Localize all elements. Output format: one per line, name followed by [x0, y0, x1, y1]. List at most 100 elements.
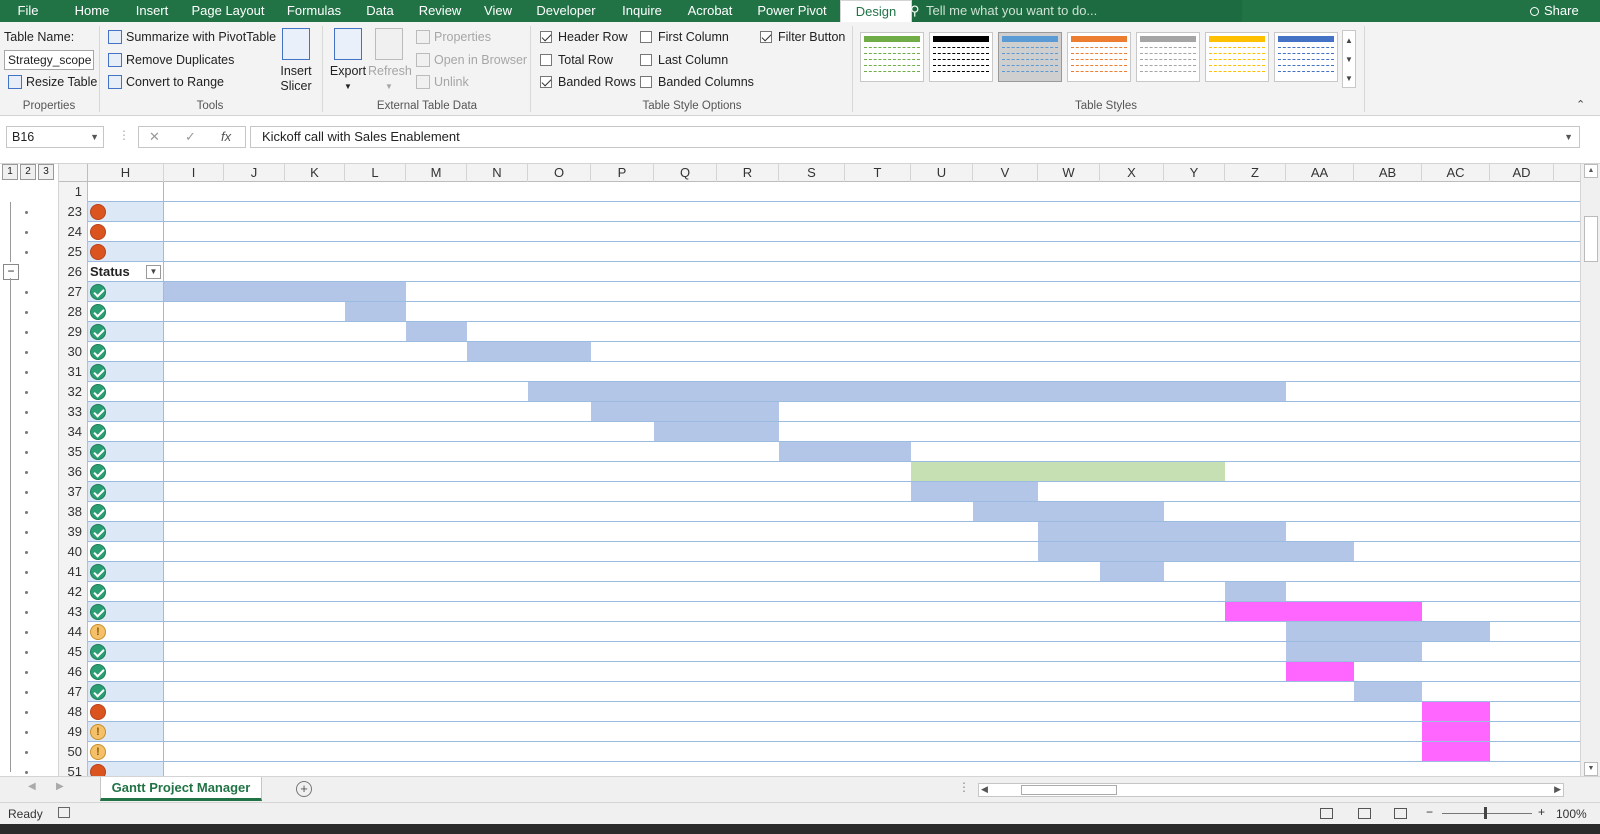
convert-to-range-button[interactable]: Convert to Range — [108, 75, 224, 89]
vertical-scrollbar[interactable]: ▲ ▼ — [1580, 164, 1600, 776]
tab-home[interactable]: Home — [66, 0, 118, 22]
column-header-r[interactable]: R — [717, 164, 779, 182]
macro-record-icon[interactable] — [58, 807, 70, 818]
row-header-43[interactable]: 43 — [59, 602, 88, 622]
gantt-bar[interactable] — [345, 302, 406, 321]
scroll-left-icon[interactable]: ◀ — [981, 784, 988, 795]
row-header-50[interactable]: 50 — [59, 742, 88, 762]
tab-inquire[interactable]: Inquire — [616, 0, 668, 22]
zoom-out-icon[interactable]: − — [1426, 805, 1433, 819]
table-style-swatch[interactable] — [1274, 32, 1338, 82]
tell-me-search[interactable]: ⚲ Tell me what you want to do... — [910, 0, 1242, 22]
collapse-group-icon[interactable]: − — [3, 264, 19, 280]
tab-insert[interactable]: Insert — [129, 0, 175, 22]
gantt-bar[interactable] — [1422, 722, 1490, 741]
column-header-w[interactable]: W — [1038, 164, 1100, 182]
name-box[interactable]: B16 ▼ — [6, 126, 104, 148]
gantt-bar[interactable] — [911, 462, 1225, 481]
row-header-32[interactable]: 32 — [59, 382, 88, 402]
tab-formulas[interactable]: Formulas — [277, 0, 351, 22]
row-header-34[interactable]: 34 — [59, 422, 88, 442]
column-header-k[interactable]: K — [285, 164, 345, 182]
formula-input[interactable]: Kickoff call with Sales Enablement ▼ — [250, 126, 1580, 148]
row-header-48[interactable]: 48 — [59, 702, 88, 722]
total-row-checkbox[interactable]: Total Row — [540, 53, 613, 67]
properties-button[interactable]: Properties — [416, 30, 491, 44]
row-header-45[interactable]: 45 — [59, 642, 88, 662]
gantt-bar[interactable] — [1038, 522, 1286, 541]
tab-data[interactable]: Data — [358, 0, 402, 22]
select-all-corner[interactable] — [59, 164, 88, 182]
column-header-ad[interactable]: AD — [1490, 164, 1554, 182]
row-header-44[interactable]: 44 — [59, 622, 88, 642]
row-header-46[interactable]: 46 — [59, 662, 88, 682]
sheet-tab-gantt[interactable]: Gantt Project Manager — [100, 777, 262, 801]
tab-file[interactable]: File — [6, 0, 50, 22]
scroll-down-icon[interactable]: ▼ — [1584, 762, 1598, 776]
row-header-24[interactable]: 24 — [59, 222, 88, 242]
column-header-aa[interactable]: AA — [1286, 164, 1354, 182]
row-header-35[interactable]: 35 — [59, 442, 88, 462]
gantt-bar[interactable] — [911, 482, 1038, 501]
gantt-bar[interactable] — [1225, 602, 1422, 621]
last-column-checkbox[interactable]: Last Column — [640, 53, 728, 67]
row-header-36[interactable]: 36 — [59, 462, 88, 482]
column-header-z[interactable]: Z — [1225, 164, 1286, 182]
row-header-29[interactable]: 29 — [59, 322, 88, 342]
remove-duplicates-button[interactable]: Remove Duplicates — [108, 53, 234, 67]
table-style-swatch[interactable] — [1067, 32, 1131, 82]
row-header-37[interactable]: 37 — [59, 482, 88, 502]
next-sheet-icon[interactable]: ▶ — [56, 781, 64, 792]
gantt-bar[interactable] — [654, 422, 779, 441]
row-header-39[interactable]: 39 — [59, 522, 88, 542]
tab-review[interactable]: Review — [415, 0, 465, 22]
row-header-25[interactable]: 25 — [59, 242, 88, 262]
zoom-in-icon[interactable]: + — [1538, 805, 1545, 819]
column-header-l[interactable]: L — [345, 164, 406, 182]
row-header-47[interactable]: 47 — [59, 682, 88, 702]
resize-table-button[interactable]: Resize Table — [8, 75, 97, 89]
row-header-41[interactable]: 41 — [59, 562, 88, 582]
row-header-28[interactable]: 28 — [59, 302, 88, 322]
row-header-23[interactable]: 23 — [59, 202, 88, 222]
gantt-bar[interactable] — [1286, 662, 1354, 681]
tab-view[interactable]: View — [476, 0, 520, 22]
gantt-bar[interactable] — [1286, 622, 1490, 641]
table-name-input[interactable]: Strategy_scope — [4, 50, 94, 70]
gantt-bar[interactable] — [973, 502, 1164, 521]
gantt-bar[interactable] — [1225, 582, 1286, 601]
add-sheet-icon[interactable]: + — [296, 781, 312, 797]
table-style-swatch[interactable] — [998, 32, 1062, 82]
gantt-bar[interactable] — [779, 442, 911, 461]
tab-developer[interactable]: Developer — [531, 0, 601, 22]
column-header-j[interactable]: J — [224, 164, 285, 182]
column-header-y[interactable]: Y — [1164, 164, 1225, 182]
gantt-bar[interactable] — [1422, 702, 1490, 721]
column-header-i[interactable]: I — [164, 164, 224, 182]
column-header-q[interactable]: Q — [654, 164, 717, 182]
tab-acrobat[interactable]: Acrobat — [677, 0, 743, 22]
insert-slicer-button[interactable]: Insert Slicer — [276, 28, 316, 94]
row-header-1[interactable]: 1 — [59, 182, 88, 202]
gantt-bar[interactable] — [1100, 562, 1164, 581]
export-button[interactable]: Export ▼ — [328, 28, 368, 94]
hscroll-thumb[interactable] — [1021, 785, 1117, 795]
row-header-38[interactable]: 38 — [59, 502, 88, 522]
unlink-button[interactable]: Unlink — [416, 75, 469, 89]
gantt-bar[interactable] — [1286, 642, 1422, 661]
gantt-bar[interactable] — [1038, 542, 1354, 561]
row-header-49[interactable]: 49 — [59, 722, 88, 742]
zoom-slider[interactable] — [1442, 813, 1532, 814]
table-style-swatch[interactable] — [1136, 32, 1200, 82]
column-header-v[interactable]: V — [973, 164, 1038, 182]
outline-level-2-button[interactable]: 2 — [20, 164, 36, 180]
row-header-33[interactable]: 33 — [59, 402, 88, 422]
column-header-m[interactable]: M — [406, 164, 467, 182]
gantt-bar[interactable] — [467, 342, 591, 361]
table-style-swatch[interactable] — [1205, 32, 1269, 82]
column-header-h[interactable]: H — [88, 164, 164, 182]
collapse-ribbon-icon[interactable]: ⌃ — [1576, 98, 1585, 111]
column-header-o[interactable]: O — [528, 164, 591, 182]
refresh-button[interactable]: Refresh ▼ — [368, 28, 412, 94]
header-row-checkbox[interactable]: Header Row — [540, 30, 627, 44]
